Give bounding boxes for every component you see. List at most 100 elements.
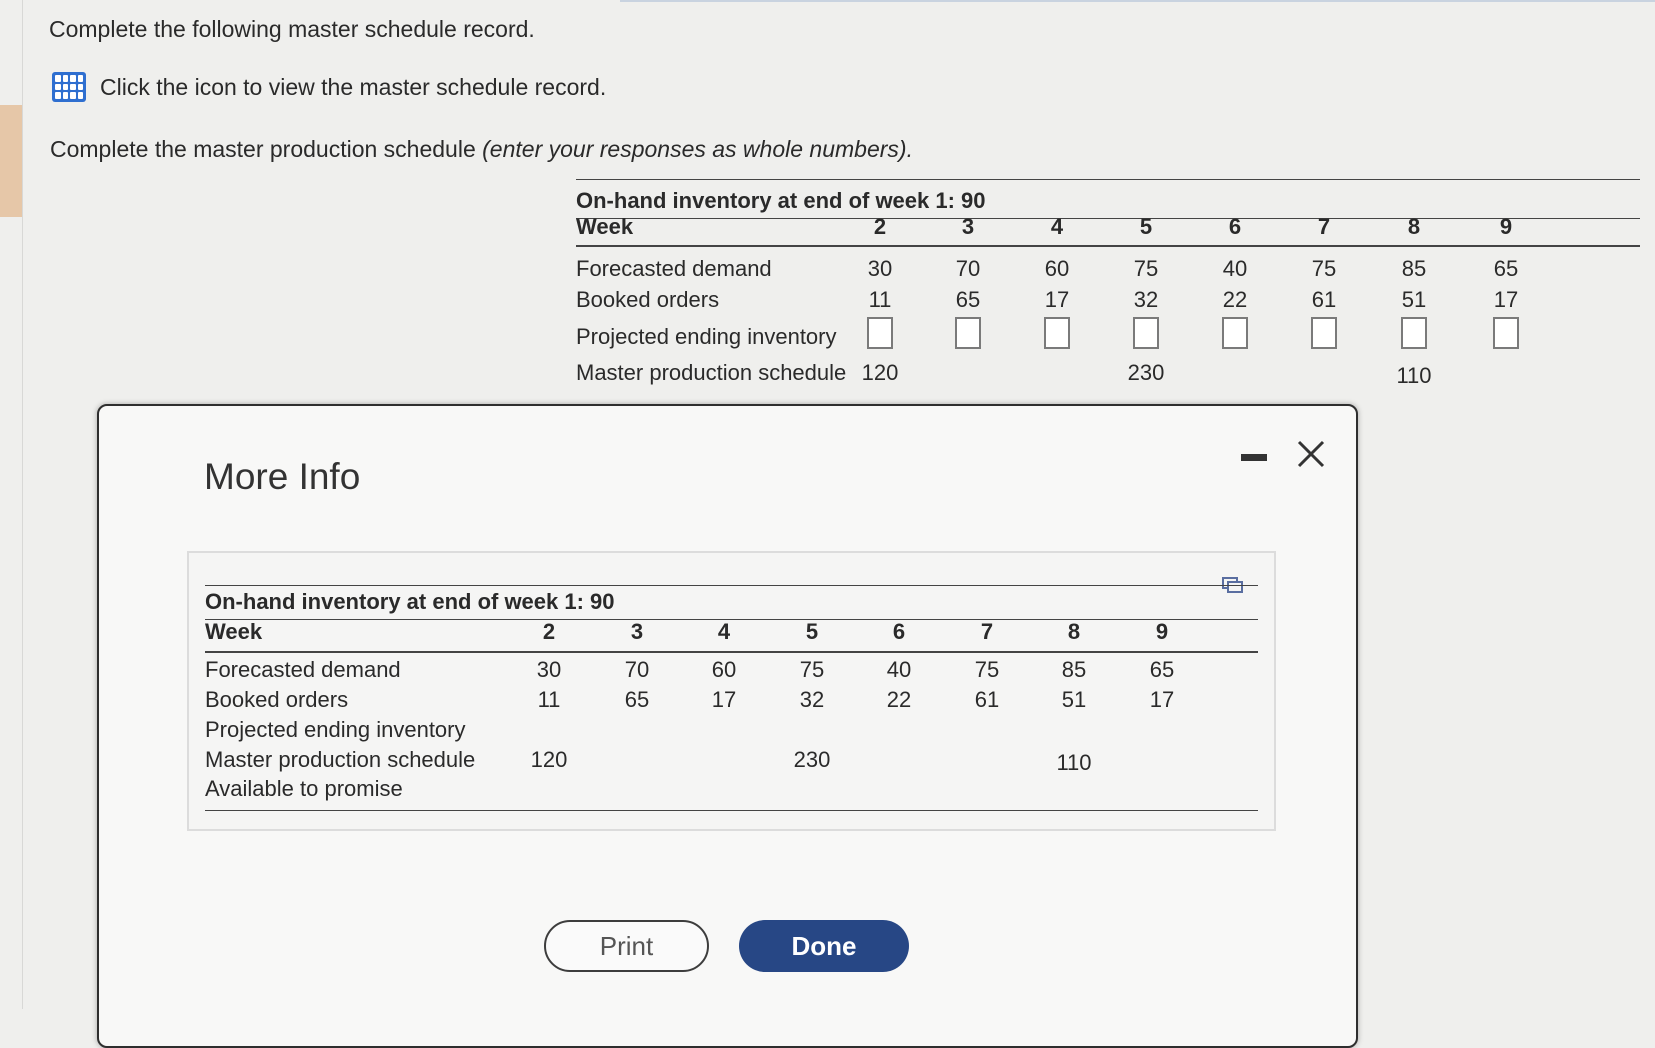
forecast-cell: 70 — [955, 256, 981, 281]
info-header-rule — [205, 651, 1258, 653]
forecast-row: Forecasted demand 30 70 60 75 40 75 85 6… — [576, 256, 1640, 286]
projected-input-week-6[interactable] — [1222, 317, 1248, 349]
week-6-header: 6 — [1228, 214, 1242, 239]
top-divider — [620, 0, 1655, 2]
booked-cell: 22 — [1222, 287, 1248, 312]
forecast-cell: 85 — [1401, 256, 1427, 281]
info-booked-row: Booked orders 11 65 17 32 22 61 51 17 — [205, 687, 1258, 717]
info-mps-row: Master production schedule 120 230 110 — [205, 747, 1258, 777]
info-booked-cell: 32 — [799, 687, 825, 712]
info-booked-cell: 51 — [1061, 687, 1087, 712]
info-booked-cell: 61 — [974, 687, 1000, 712]
print-button[interactable]: Print — [544, 920, 709, 972]
forecast-cell: 65 — [1493, 256, 1519, 281]
info-week-4-header: 4 — [717, 619, 731, 644]
projected-week-8 — [1374, 317, 1454, 355]
booked-cell: 61 — [1311, 287, 1337, 312]
info-bottom-rule — [205, 810, 1258, 811]
booked-cell: 65 — [955, 287, 981, 312]
more-info-dialog: More Info On-hand inventory at end of we… — [97, 404, 1358, 1048]
projected-input-week-8[interactable] — [1401, 317, 1427, 349]
info-projected-label: Projected ending inventory — [205, 717, 466, 742]
left-accent-bar — [0, 105, 22, 217]
projected-input-week-3[interactable] — [955, 317, 981, 349]
task-instruction-note: (enter your responses as whole numbers). — [482, 136, 913, 162]
info-table-top-rule — [205, 585, 1258, 586]
week-5-header: 5 — [1139, 214, 1153, 239]
week-2-header: 2 — [873, 214, 887, 239]
info-booked-cell: 11 — [537, 687, 561, 712]
info-projected-row: Projected ending inventory — [205, 717, 1258, 747]
projected-input-week-2[interactable] — [867, 317, 893, 349]
mps-row: Master production schedule 120 230 110 — [576, 360, 1640, 390]
projected-week-5 — [1106, 317, 1186, 355]
projected-week-6 — [1195, 317, 1275, 355]
info-booked-cell: 17 — [1149, 687, 1175, 712]
info-forecast-cell: 85 — [1061, 657, 1087, 682]
projected-week-7 — [1284, 317, 1364, 355]
info-week-9-header: 9 — [1155, 619, 1169, 644]
left-divider — [22, 0, 23, 1009]
mps-cell: 230 — [1127, 360, 1165, 385]
projected-input-week-9[interactable] — [1493, 317, 1519, 349]
week-label: Week — [576, 214, 634, 239]
forecast-label: Forecasted demand — [576, 256, 772, 281]
info-mps-cell: 230 — [793, 747, 831, 772]
booked-label: Booked orders — [576, 287, 720, 312]
info-week-7-header: 7 — [980, 619, 994, 644]
booked-cell: 51 — [1401, 287, 1427, 312]
week-4-header: 4 — [1050, 214, 1064, 239]
mps-cell: 120 — [861, 360, 899, 385]
info-forecast-cell: 75 — [799, 657, 825, 682]
mps-cell: 110 — [1396, 363, 1432, 388]
info-week-8-header: 8 — [1067, 619, 1081, 644]
info-week-row: Week 2 3 4 5 6 7 8 9 — [205, 619, 1258, 649]
info-week-label: Week — [205, 619, 263, 644]
grid-table-icon[interactable] — [52, 72, 86, 102]
info-forecast-cell: 70 — [624, 657, 650, 682]
projected-input-week-7[interactable] — [1311, 317, 1337, 349]
week-row: Week 2 3 4 5 6 7 8 9 — [576, 214, 1640, 244]
minimize-icon[interactable] — [1241, 454, 1267, 461]
info-table-title: On-hand inventory at end of week 1: 90 — [205, 589, 615, 614]
table-top-rule — [576, 179, 1640, 180]
week-8-header: 8 — [1407, 214, 1421, 239]
info-panel: On-hand inventory at end of week 1: 90 W… — [187, 551, 1276, 831]
projected-week-4 — [1017, 317, 1097, 355]
mps-label: Master production schedule — [576, 360, 847, 385]
projected-input-week-5[interactable] — [1133, 317, 1159, 349]
booked-row: Booked orders 11 65 17 32 22 61 51 17 — [576, 287, 1640, 317]
info-week-6-header: 6 — [892, 619, 906, 644]
info-forecast-cell: 60 — [711, 657, 737, 682]
forecast-cell: 30 — [867, 256, 893, 281]
info-booked-cell: 65 — [624, 687, 650, 712]
info-mps-cell: 110 — [1056, 750, 1092, 775]
info-week-2-header: 2 — [542, 619, 556, 644]
week-7-header: 7 — [1317, 214, 1331, 239]
week-9-header: 9 — [1499, 214, 1513, 239]
info-forecast-label: Forecasted demand — [205, 657, 401, 682]
info-week-5-header: 5 — [805, 619, 819, 644]
view-record-instruction: Click the icon to view the master schedu… — [100, 73, 607, 100]
dialog-title: More Info — [204, 456, 361, 497]
projected-week-3 — [928, 317, 1008, 355]
forecast-cell: 60 — [1044, 256, 1070, 281]
week-3-header: 3 — [961, 214, 975, 239]
forecast-cell: 40 — [1222, 256, 1248, 281]
projected-input-week-4[interactable] — [1044, 317, 1070, 349]
booked-cell: 17 — [1044, 287, 1070, 312]
forecast-cell: 75 — [1133, 256, 1159, 281]
task-instruction: Complete the master production schedule … — [50, 136, 913, 163]
projected-row: Projected ending inventory — [576, 317, 1640, 360]
table-title: On-hand inventory at end of week 1: 90 — [576, 188, 986, 213]
info-booked-cell: 22 — [886, 687, 912, 712]
info-forecast-row: Forecasted demand 30 70 60 75 40 75 85 6… — [205, 657, 1258, 687]
projected-week-2 — [840, 317, 920, 355]
task-instruction-main: Complete the master production schedule — [50, 136, 483, 162]
info-mps-label: Master production schedule — [205, 747, 476, 772]
info-booked-cell: 17 — [711, 687, 737, 712]
info-atp-row: Available to promise — [205, 776, 1258, 806]
done-button[interactable]: Done — [739, 920, 909, 972]
close-icon[interactable] — [1291, 434, 1331, 474]
view-record-row: Click the icon to view the master schedu… — [52, 70, 606, 104]
